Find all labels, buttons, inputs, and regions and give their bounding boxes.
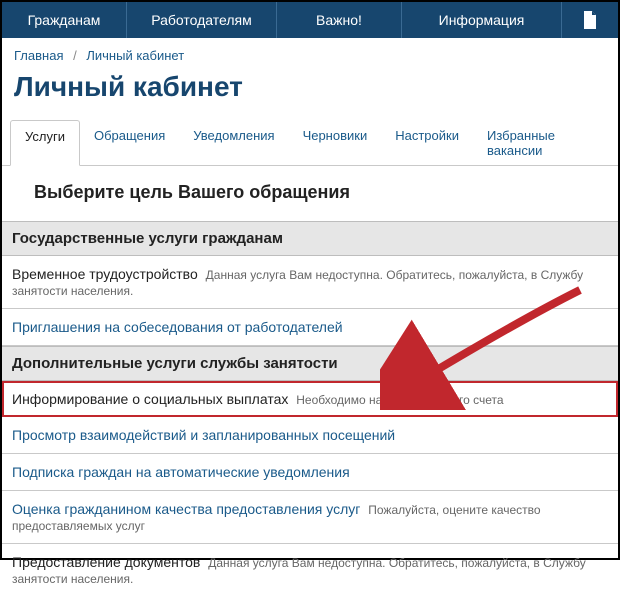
top-nav: Гражданам Работодателям Важно! Информаци… [2, 2, 618, 38]
document-icon [582, 11, 598, 29]
section-extra-services-list: Информирование о социальных выплатах Нео… [2, 381, 618, 596]
row-interactions-visits[interactable]: Просмотр взаимодействий и запланированны… [2, 417, 618, 454]
tab-services[interactable]: Услуги [10, 120, 80, 166]
row-label: Временное трудоустройство [12, 266, 198, 282]
nav-employers[interactable]: Работодателям [127, 2, 277, 38]
row-label: Предоставление документов [12, 554, 200, 570]
page-title: Личный кабинет [2, 67, 618, 119]
breadcrumb-home[interactable]: Главная [14, 48, 63, 63]
breadcrumb-separator: / [73, 48, 77, 63]
tab-appeals[interactable]: Обращения [80, 120, 179, 166]
nav-citizens[interactable]: Гражданам [2, 2, 127, 38]
tab-favorites[interactable]: Избранные вакансии [473, 120, 618, 166]
row-quality-assessment[interactable]: Оценка гражданином качества предоставлен… [2, 491, 618, 544]
row-label: Приглашения на собеседования от работода… [12, 319, 343, 335]
row-interview-invites[interactable]: Приглашения на собеседования от работода… [2, 309, 618, 346]
breadcrumb: Главная / Личный кабинет [2, 38, 618, 67]
row-label: Подписка граждан на автоматические уведо… [12, 464, 350, 480]
section-head-gov-services: Государственные услуги гражданам [2, 221, 618, 256]
breadcrumb-current: Личный кабинет [86, 48, 184, 63]
tab-notifications[interactable]: Уведомления [179, 120, 288, 166]
row-auto-notifications[interactable]: Подписка граждан на автоматические уведо… [2, 454, 618, 491]
prompt-heading: Выберите цель Вашего обращения [2, 166, 618, 221]
nav-important[interactable]: Важно! [277, 2, 402, 38]
nav-information[interactable]: Информация [402, 2, 562, 38]
row-social-payments-info[interactable]: Информирование о социальных выплатах Нео… [2, 381, 618, 417]
row-note: Необходимо наличие лицевого счета [296, 393, 503, 407]
row-provide-documents[interactable]: Предоставление документов Данная услуга … [2, 544, 618, 596]
section-head-extra-services: Дополнительные услуги службы занятости [2, 346, 618, 381]
nav-document-icon-button[interactable] [562, 2, 618, 38]
row-label: Просмотр взаимодействий и запланированны… [12, 427, 395, 443]
row-label: Оценка гражданином качества предоставлен… [12, 501, 360, 517]
section-gov-services-list: Временное трудоустройство Данная услуга … [2, 256, 618, 346]
tabs: Услуги Обращения Уведомления Черновики Н… [2, 119, 618, 166]
row-temp-employment[interactable]: Временное трудоустройство Данная услуга … [2, 256, 618, 309]
tab-settings[interactable]: Настройки [381, 120, 473, 166]
row-label: Информирование о социальных выплатах [12, 391, 288, 407]
tab-drafts[interactable]: Черновики [289, 120, 382, 166]
